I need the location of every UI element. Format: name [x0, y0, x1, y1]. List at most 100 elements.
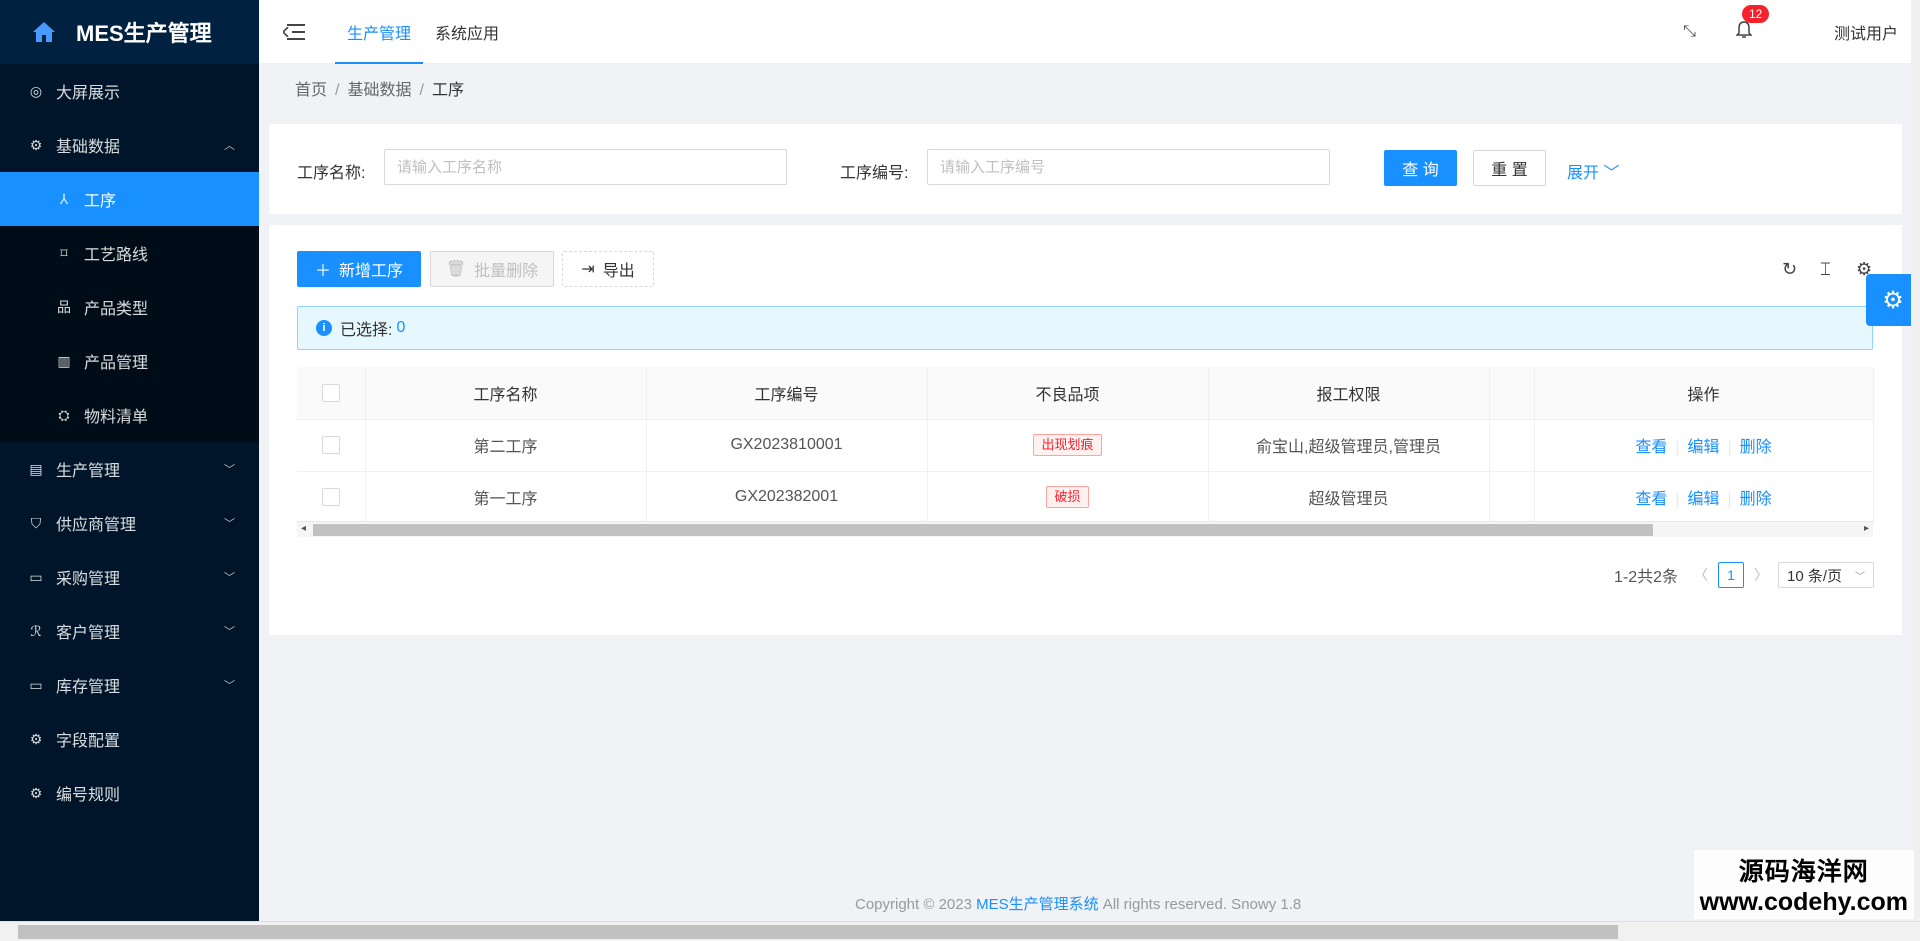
- barcode-icon: ▥: [57, 352, 71, 369]
- fullscreen-icon[interactable]: ⤡: [1683, 23, 1696, 41]
- table-horizontal-scrollbar[interactable]: ◂ ▸: [297, 521, 1873, 537]
- page-number[interactable]: 1: [1718, 562, 1745, 588]
- menu-fold-icon[interactable]: [283, 23, 305, 41]
- gear-icon: ⚙: [29, 784, 43, 801]
- expand-link[interactable]: 展开 ﹀: [1567, 159, 1619, 183]
- bell-icon[interactable]: 12: [1735, 4, 1770, 44]
- chevron-down-icon: ﹀: [224, 572, 235, 584]
- logo[interactable]: MES生产管理: [0, 0, 259, 64]
- select-all-checkbox[interactable]: [321, 383, 340, 402]
- sidebar-item-inventory[interactable]: ▭ 库存管理 ﹀: [0, 658, 259, 712]
- sidebar-item-process[interactable]: ⅄ 工序: [0, 172, 259, 226]
- breadcrumb-separator: /: [419, 82, 424, 99]
- edit-link[interactable]: 编辑: [1687, 491, 1719, 508]
- row-checkbox[interactable]: [321, 487, 340, 506]
- reset-button[interactable]: 重 置: [1473, 150, 1546, 186]
- scrollbar-thumb[interactable]: [18, 925, 1618, 939]
- next-page-icon[interactable]: 〉: [1754, 565, 1768, 585]
- sidebar-item-product[interactable]: ▥ 产品管理: [0, 334, 259, 388]
- header: 生产管理 系统应用 ⤡ 12 测试用户: [259, 0, 1920, 64]
- cell-code: GX2023810001: [646, 419, 928, 472]
- sidebar-item-product-type[interactable]: 品 产品类型: [0, 280, 259, 334]
- column-header[interactable]: 不良品项: [927, 367, 1209, 420]
- selection-alert: i 已选择: 0: [297, 306, 1873, 350]
- search-form: 工序名称: 工序编号: 查 询 重 置 展开 ﹀: [269, 124, 1902, 214]
- tab-production[interactable]: 生产管理: [335, 0, 424, 64]
- table-row: 第二工序 GX2023810001 出现划痕 俞宝山,超级管理员,管理员 查看 |…: [297, 419, 1874, 472]
- row-checkbox[interactable]: [321, 435, 340, 454]
- column-height-icon[interactable]: ⌶: [1820, 259, 1831, 280]
- cell-hidden: [1489, 419, 1535, 472]
- submenu-basic-data: ⅄ 工序 ⌑ 工艺路线 品 产品类型 ▥ 产品管理 ⛭ 物料清单: [0, 172, 259, 442]
- query-button[interactable]: 查 询: [1384, 150, 1457, 186]
- table-card: ＋ 新增工序 🗑 批量删除 ⇥ 导出 ↻ ⌶ ⚙ i 已选择: 0 工序名称 工序编号…: [269, 225, 1902, 635]
- row-select-cell[interactable]: [297, 471, 366, 524]
- sidebar-item-label: 客户管理: [56, 625, 121, 642]
- pagination: 1-2共2条 〈 1 〉 10 条/页 ﹀: [1614, 562, 1875, 588]
- sidebar-item-basic-data[interactable]: ⚙ 基础数据 ︿: [0, 118, 259, 172]
- scroll-right-icon[interactable]: ▸: [1864, 523, 1869, 534]
- monitor-icon: ▭: [29, 676, 43, 693]
- gear-icon: ⚙: [1882, 286, 1904, 314]
- app-title: MES生产管理: [76, 21, 212, 46]
- divider: |: [1675, 491, 1680, 508]
- footer-brand-link[interactable]: MES生产管理系统: [976, 896, 1099, 913]
- row-select-cell[interactable]: [297, 419, 366, 472]
- footer: Copyright © 2023 MES生产管理系统 All rights re…: [855, 893, 1301, 914]
- tab-system-apps[interactable]: 系统应用: [423, 0, 511, 64]
- dashboard-icon: ◎: [29, 82, 43, 99]
- sidebar-item-route[interactable]: ⌑ 工艺路线: [0, 226, 259, 280]
- home-icon: [32, 21, 56, 43]
- prev-page-icon[interactable]: 〈: [1694, 565, 1708, 585]
- bom-icon: ⛭: [58, 406, 70, 423]
- batch-delete-button[interactable]: 🗑 批量删除: [430, 251, 554, 287]
- delete-link[interactable]: 删除: [1740, 439, 1772, 456]
- page-size-select[interactable]: 10 条/页 ﹀: [1778, 562, 1875, 588]
- sidebar-item-dashboard[interactable]: ◎ 大屏展示: [0, 64, 259, 118]
- scrollbar-thumb[interactable]: [313, 524, 1653, 536]
- column-header[interactable]: 工序编号: [646, 367, 928, 420]
- gear-icon: ⚙: [29, 136, 43, 153]
- export-button[interactable]: ⇥ 导出: [562, 251, 654, 287]
- selection-count: 0: [396, 319, 406, 336]
- breadcrumb: 首页 / 基础数据 / 工序: [295, 76, 464, 100]
- vertical-scrollbar[interactable]: [1911, 0, 1920, 921]
- calendar-icon: ▭: [29, 568, 43, 585]
- edit-link[interactable]: 编辑: [1687, 439, 1719, 456]
- table-header-row: 工序名称 工序编号 不良品项 报工权限 操作: [297, 367, 1874, 420]
- column-header: 操作: [1533, 367, 1874, 420]
- sidebar-item-customer[interactable]: ℛ 客户管理 ﹀: [0, 604, 259, 658]
- cluster-icon: ⅄: [59, 190, 69, 207]
- sidebar-item-code-rule[interactable]: ⚙ 编号规则: [0, 766, 259, 820]
- add-process-button[interactable]: ＋ 新增工序: [297, 251, 421, 287]
- sidebar-item-supplier[interactable]: ⛉ 供应商管理 ﹀: [0, 496, 259, 550]
- view-link[interactable]: 查看: [1635, 491, 1667, 508]
- sidebar-item-production[interactable]: ▤ 生产管理 ﹀: [0, 442, 259, 496]
- cell-defect: 破损: [927, 471, 1209, 524]
- process-code-input[interactable]: [927, 149, 1330, 185]
- view-link[interactable]: 查看: [1635, 439, 1667, 456]
- sidebar-item-label: 物料清单: [84, 409, 149, 426]
- refresh-icon[interactable]: ↻: [1782, 259, 1797, 280]
- sidebar-item-field-config[interactable]: ⚙ 字段配置: [0, 712, 259, 766]
- user-name[interactable]: 测试用户: [1834, 20, 1898, 44]
- cell-actions: 查看 | 编辑 | 删除: [1533, 471, 1874, 524]
- process-name-input[interactable]: [384, 149, 787, 185]
- breadcrumb-home[interactable]: 首页: [295, 82, 327, 99]
- chevron-down-icon: ﹀: [1855, 571, 1866, 583]
- select-all-cell[interactable]: [297, 367, 366, 420]
- sidebar-item-label: 采购管理: [56, 571, 121, 588]
- sidebar-item-purchase[interactable]: ▭ 采购管理 ﹀: [0, 550, 259, 604]
- header-actions: ⤡ 12 测试用户: [1683, 0, 1898, 64]
- divider: |: [1727, 439, 1732, 456]
- column-header[interactable]: 工序名称: [365, 367, 647, 420]
- page-horizontal-scrollbar[interactable]: [0, 921, 1920, 941]
- breadcrumb-basic-data[interactable]: 基础数据: [347, 82, 411, 99]
- divider: |: [1675, 439, 1680, 456]
- sidebar-item-bom[interactable]: ⛭ 物料清单: [0, 388, 259, 442]
- cell-permission: 超级管理员: [1208, 471, 1490, 524]
- delete-link[interactable]: 删除: [1740, 491, 1772, 508]
- add-process-label: 新增工序: [339, 263, 404, 280]
- column-header[interactable]: 报工权限: [1208, 367, 1490, 420]
- scroll-left-icon[interactable]: ◂: [301, 523, 306, 534]
